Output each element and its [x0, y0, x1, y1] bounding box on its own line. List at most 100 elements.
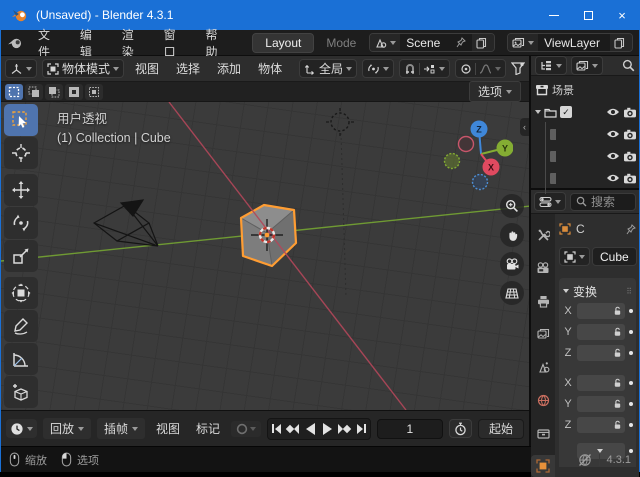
- outliner-editor-type-button[interactable]: [535, 56, 567, 75]
- select-mode-subtract[interactable]: [45, 84, 63, 100]
- perspective-toggle-button[interactable]: [500, 281, 524, 305]
- timeline-view-menu[interactable]: 视图: [151, 418, 185, 439]
- zoom-button[interactable]: [500, 194, 524, 218]
- timeline-editor-type-button[interactable]: [6, 419, 37, 438]
- menu-view[interactable]: 视图: [129, 58, 165, 79]
- object-browse-button[interactable]: [559, 247, 590, 266]
- expand-chevron-icon[interactable]: [535, 110, 541, 114]
- rotation-z-field[interactable]: [577, 417, 625, 433]
- object-name-field[interactable]: Cube: [592, 247, 637, 266]
- workspace-tab-layout[interactable]: Layout: [252, 33, 314, 53]
- tool-scale[interactable]: [4, 240, 38, 272]
- tab-render[interactable]: [531, 257, 555, 279]
- tool-select-box[interactable]: [4, 104, 38, 136]
- tab-tool[interactable]: [531, 224, 555, 246]
- animate-dot[interactable]: [629, 402, 633, 406]
- properties-editor-type-button[interactable]: [534, 192, 566, 211]
- light-object[interactable]: [326, 108, 354, 136]
- tool-move[interactable]: [4, 174, 38, 206]
- minimize-button[interactable]: [537, 0, 571, 30]
- unlock-icon[interactable]: [613, 348, 622, 358]
- tool-annotate[interactable]: [4, 310, 38, 342]
- workspace-tab-next[interactable]: Mode: [326, 36, 357, 50]
- tool-measure[interactable]: [4, 343, 38, 375]
- location-y-field[interactable]: [577, 324, 625, 340]
- snapping-group[interactable]: [399, 59, 450, 78]
- eye-icon[interactable]: [606, 151, 620, 161]
- menu-object[interactable]: 物体: [252, 58, 288, 79]
- rotation-y-field[interactable]: [577, 396, 625, 412]
- mode-dropdown[interactable]: 物体模式: [42, 59, 124, 78]
- sidebar-toggle[interactable]: ‹: [520, 118, 529, 136]
- new-scene-button[interactable]: [472, 34, 491, 51]
- play-button[interactable]: [319, 419, 336, 439]
- viewport-3d[interactable]: 用户透视 (1) Collection | Cube: [1, 102, 529, 410]
- panel-grip-icon[interactable]: ⠿: [626, 287, 633, 296]
- keying-menu[interactable]: 插帧: [97, 418, 145, 439]
- gizmo-x[interactable]: X: [483, 159, 500, 176]
- gizmo-z[interactable]: Z: [471, 121, 488, 138]
- unlock-icon[interactable]: [613, 327, 622, 337]
- auto-keyframe-toggle[interactable]: [231, 421, 261, 437]
- maximize-button[interactable]: [571, 0, 605, 30]
- outliner-row-object[interactable]: [535, 145, 637, 167]
- select-mode-extend[interactable]: [25, 84, 43, 100]
- eye-icon[interactable]: [606, 129, 620, 139]
- location-z-field[interactable]: [577, 345, 625, 361]
- proportional-edit-group[interactable]: [455, 59, 506, 78]
- location-x-field[interactable]: [577, 303, 625, 319]
- gizmo-minus-y[interactable]: [445, 154, 460, 169]
- viewport-options-dropdown[interactable]: 选项: [469, 81, 521, 102]
- timeline-marker-menu[interactable]: 标记: [191, 418, 225, 439]
- camera-icon[interactable]: [623, 129, 637, 140]
- tab-world[interactable]: [531, 389, 555, 411]
- play-reverse-button[interactable]: [302, 419, 319, 439]
- tab-scene[interactable]: [531, 356, 555, 378]
- unlock-icon[interactable]: [613, 306, 622, 316]
- properties-search-field[interactable]: 搜索: [570, 193, 636, 211]
- eye-icon[interactable]: [606, 173, 620, 183]
- tool-rotate[interactable]: [4, 207, 38, 239]
- gizmo-minus-z[interactable]: [473, 175, 488, 190]
- unlink-scene-button[interactable]: ×: [491, 34, 495, 51]
- unlock-icon[interactable]: [613, 378, 622, 388]
- camera-icon[interactable]: [623, 151, 637, 162]
- prev-keyframe-button[interactable]: [285, 419, 302, 439]
- rotation-x-field[interactable]: [577, 375, 625, 391]
- menu-select[interactable]: 选择: [170, 58, 206, 79]
- animate-dot[interactable]: [629, 423, 633, 427]
- search-icon[interactable]: [622, 59, 635, 72]
- outliner-row-object[interactable]: [535, 123, 637, 145]
- scene-browse-button[interactable]: [370, 34, 400, 51]
- outliner-filter-button[interactable]: [571, 56, 603, 75]
- select-mode-intersect[interactable]: [85, 84, 103, 100]
- editor-type-button[interactable]: [5, 59, 37, 78]
- outliner-row-scene[interactable]: 场景: [535, 79, 637, 101]
- next-keyframe-button[interactable]: [336, 419, 353, 439]
- start-frame-field[interactable]: 起始: [478, 419, 524, 439]
- jump-to-end-button[interactable]: [353, 419, 370, 439]
- close-button[interactable]: ×: [605, 0, 639, 30]
- animate-dot[interactable]: [629, 381, 633, 385]
- pin-icon[interactable]: [626, 224, 636, 235]
- tool-cursor[interactable]: [4, 137, 38, 169]
- transform-panel-header[interactable]: 变换 ⠿: [563, 282, 633, 300]
- tab-collection[interactable]: [531, 422, 555, 444]
- unlock-icon[interactable]: [613, 399, 622, 409]
- playback-menu[interactable]: 回放: [43, 418, 91, 439]
- gizmo-minus-x[interactable]: [459, 137, 474, 152]
- animate-dot[interactable]: [629, 330, 633, 334]
- menu-add[interactable]: 添加: [211, 58, 247, 79]
- navigation-gizmo[interactable]: Z Y X: [439, 108, 513, 194]
- pin-icon[interactable]: [456, 37, 466, 48]
- gizmo-y[interactable]: Y: [497, 140, 514, 157]
- pan-button[interactable]: [500, 223, 524, 247]
- camera-object[interactable]: [94, 200, 158, 246]
- unlock-icon[interactable]: [613, 420, 622, 430]
- camera-icon[interactable]: [623, 173, 637, 184]
- transform-orientation-dropdown[interactable]: 全局: [299, 59, 357, 78]
- tool-transform[interactable]: [4, 277, 38, 309]
- select-mode-invert[interactable]: [65, 84, 83, 100]
- outliner-row-object[interactable]: [535, 167, 637, 189]
- tab-output[interactable]: [531, 290, 555, 312]
